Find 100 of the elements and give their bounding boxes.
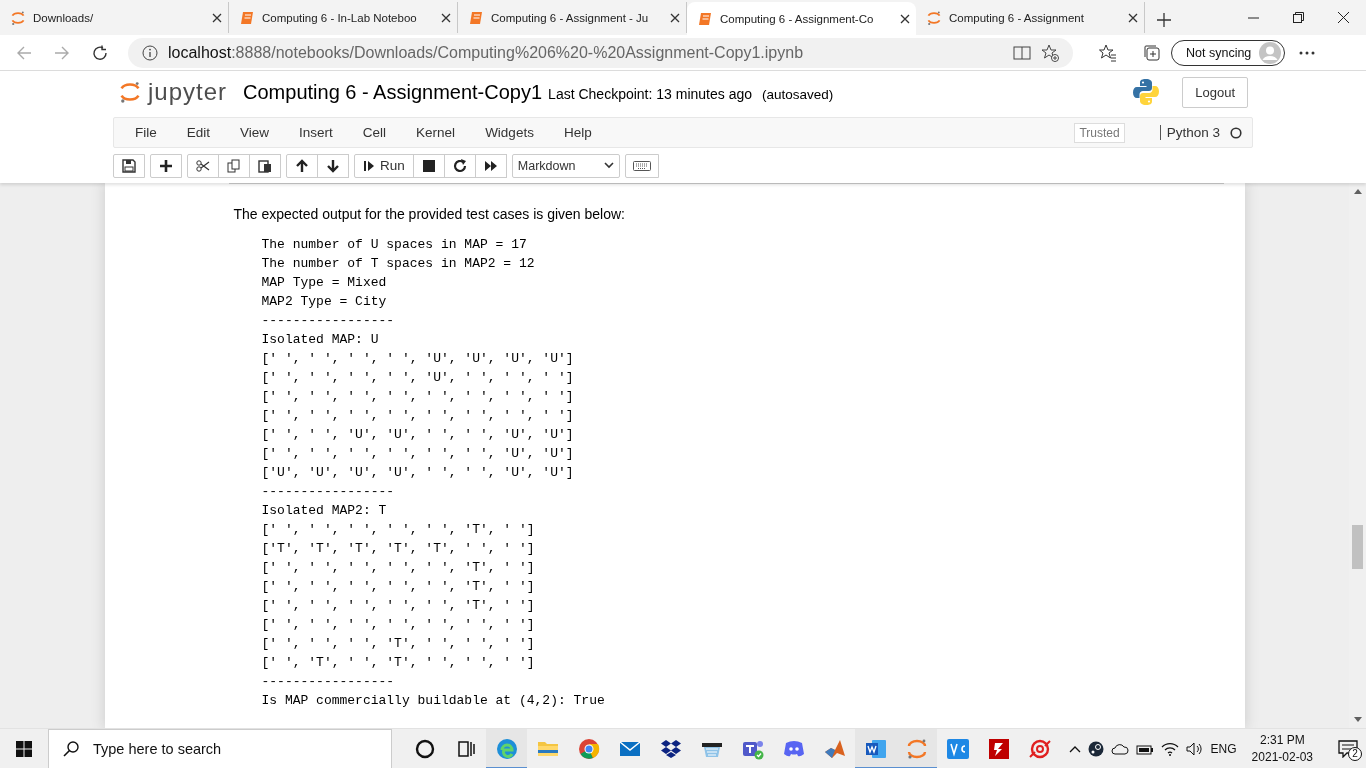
favorites-icon[interactable] bbox=[1099, 43, 1117, 62]
autosave-status: (autosaved) bbox=[762, 85, 834, 102]
output-line: ['U', 'U', 'U', 'U', ' ', ' ', 'U', 'U'] bbox=[261, 464, 575, 482]
scroll-up-icon bbox=[1353, 189, 1362, 194]
reader-view-icon[interactable] bbox=[1013, 44, 1031, 61]
battery-icon[interactable] bbox=[1135, 742, 1154, 755]
jupyter-logo-icon bbox=[926, 9, 942, 26]
scissors-icon bbox=[196, 158, 210, 173]
output-line: [' ', ' ', ' ', ' ', ' ', 'T', ' '] bbox=[261, 578, 536, 596]
cloud-icon[interactable] bbox=[1110, 742, 1129, 755]
browser-tab[interactable]: Computing 6 - Assignment-Co bbox=[687, 2, 916, 35]
menu-item[interactable]: Widgets bbox=[470, 125, 549, 140]
close-icon[interactable] bbox=[1338, 12, 1349, 23]
output-line: ----------------- bbox=[261, 673, 396, 691]
output-line: [' ', ' ', ' ', ' ', 'U', ' ', ' ', ' '] bbox=[261, 369, 575, 387]
restore-icon[interactable] bbox=[1293, 12, 1304, 23]
collections-icon[interactable] bbox=[1143, 43, 1161, 62]
run-button[interactable]: Run bbox=[354, 153, 414, 178]
up-button[interactable] bbox=[286, 153, 318, 178]
output-line: [' ', ' ', ' ', ' ', ' ', ' ', ' '] bbox=[261, 616, 536, 634]
scroll-down-icon bbox=[1353, 717, 1362, 722]
close-tab-button[interactable] bbox=[670, 12, 680, 23]
copy-icon bbox=[227, 158, 241, 173]
chevron-up-icon[interactable] bbox=[1068, 744, 1081, 753]
close-tab-button[interactable] bbox=[900, 13, 910, 24]
menu-item[interactable]: Cell bbox=[347, 125, 402, 140]
clock-time: 2:31 PM bbox=[1259, 731, 1305, 749]
tab-title: Computing 6 - Assignment-Co bbox=[720, 12, 875, 25]
close-tab-button[interactable] bbox=[1128, 12, 1138, 23]
notebook-icon bbox=[239, 9, 255, 26]
chevron-down-icon bbox=[603, 162, 614, 169]
browser-tab[interactable]: Computing 6 - Assignment bbox=[916, 2, 1145, 33]
markdown-text: The expected output for the provided test cases is given below: bbox=[233, 206, 626, 222]
menu-item[interactable]: Help bbox=[548, 125, 607, 140]
menu-item[interactable]: View bbox=[225, 125, 285, 140]
output-line: ['T', 'T', 'T', 'T', 'T', ' ', ' '] bbox=[261, 540, 536, 558]
cut-button[interactable] bbox=[187, 153, 219, 178]
close-tab-button[interactable] bbox=[441, 12, 451, 23]
output-line: ----------------- bbox=[261, 483, 396, 501]
arrow-up-icon bbox=[295, 158, 309, 173]
browser-tab[interactable]: Computing 6 - In-Lab Noteboo bbox=[229, 2, 458, 33]
jupyter-logo-icon bbox=[118, 80, 142, 104]
output-line: [' ', ' ', 'U', 'U', ' ', ' ', 'U', 'U'] bbox=[261, 426, 575, 444]
stop-button[interactable] bbox=[412, 153, 445, 178]
clock-date: 2021-02-03 bbox=[1251, 748, 1313, 766]
scrollbar-thumb[interactable] bbox=[1352, 525, 1363, 569]
notebook-icon bbox=[697, 10, 713, 27]
cell-type-dropdown[interactable]: Markdown bbox=[511, 153, 620, 178]
menu-item[interactable]: Edit bbox=[171, 125, 226, 140]
paste-icon bbox=[258, 158, 272, 173]
more-icon[interactable] bbox=[1299, 50, 1316, 55]
new-tab-button[interactable] bbox=[1157, 13, 1171, 27]
code-letters-icon bbox=[945, 736, 970, 761]
close-icon bbox=[1128, 12, 1138, 23]
round-logo-icon bbox=[576, 736, 601, 761]
keyboard-icon bbox=[632, 159, 651, 172]
tab-title: Downloads/ bbox=[33, 11, 95, 24]
output-line: Is MAP commercially buildable at (4,2): True bbox=[261, 692, 606, 710]
paste-button[interactable] bbox=[249, 153, 281, 178]
plus-icon bbox=[159, 158, 173, 173]
notifications-button[interactable]: 2 bbox=[1330, 728, 1366, 768]
menu-item[interactable]: File bbox=[120, 125, 172, 140]
language-indicator[interactable]: ENG bbox=[1210, 741, 1237, 756]
speech-bubble-icon bbox=[1338, 739, 1358, 758]
output-line: [' ', ' ', ' ', ' ', ' ', ' ', 'U', 'U'] bbox=[261, 445, 575, 463]
trusted-indicator[interactable]: Trusted bbox=[1074, 122, 1125, 143]
logout-button[interactable]: Logout bbox=[1182, 76, 1248, 108]
taskbar-search-field[interactable]: Type here to search bbox=[48, 728, 392, 768]
keyboard-button[interactable] bbox=[624, 153, 659, 178]
refresh-icon[interactable] bbox=[92, 44, 108, 61]
notification-count: 2 bbox=[1348, 746, 1362, 761]
close-icon bbox=[441, 12, 451, 23]
wifi-icon[interactable] bbox=[1160, 741, 1179, 756]
menu-item[interactable]: Insert bbox=[284, 125, 348, 140]
output-line: Isolated MAP: U bbox=[261, 331, 380, 349]
browser-tab[interactable]: Downloads/ bbox=[0, 2, 229, 33]
output-line: [' ', ' ', ' ', ' ', ' ', 'T', ' '] bbox=[261, 521, 536, 539]
save-button[interactable] bbox=[113, 153, 145, 178]
fast-forward-icon bbox=[483, 158, 498, 173]
close-icon bbox=[900, 13, 910, 24]
output-line: [' ', ' ', ' ', ' ', ' ', 'T', ' '] bbox=[261, 597, 536, 615]
menu-item[interactable]: Kernel bbox=[401, 125, 471, 140]
output-line: [' ', ' ', ' ', ' ', 'U', 'U', 'U', 'U'] bbox=[261, 350, 575, 368]
restart-button[interactable] bbox=[443, 153, 476, 178]
notebook-title[interactable]: Computing 6 - Assignment-Copy1 bbox=[243, 80, 543, 104]
output-line: [' ', ' ', ' ', 'T', ' ', ' ', ' '] bbox=[261, 635, 536, 653]
insert-button[interactable] bbox=[150, 153, 182, 178]
clock[interactable]: 2:31 PM 2021-02-03 bbox=[1251, 731, 1313, 766]
info-icon bbox=[142, 44, 158, 61]
close-tab-button[interactable] bbox=[212, 12, 222, 23]
profile-button[interactable]: Not syncing bbox=[1171, 39, 1286, 66]
gear-wheel-icon[interactable] bbox=[1087, 740, 1104, 757]
add-favorite-icon[interactable] bbox=[1041, 43, 1059, 62]
jupyter-logo[interactable]: jupyter bbox=[118, 78, 228, 106]
down-button[interactable] bbox=[317, 153, 349, 178]
output-line: Isolated MAP2: T bbox=[261, 502, 388, 520]
fastforward-button[interactable] bbox=[474, 153, 507, 178]
address-field[interactable]: localhost:8888/notebooks/Downloads/Computing%206%20-%20Assignment-Copy1.ipynb bbox=[128, 37, 1073, 68]
close-icon bbox=[670, 12, 680, 23]
speaker-icon[interactable] bbox=[1185, 741, 1204, 756]
